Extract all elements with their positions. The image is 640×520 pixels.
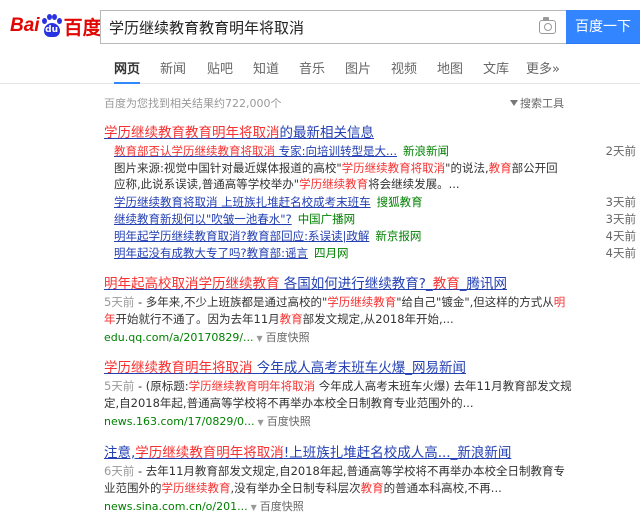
news-time: 4天前 <box>605 229 636 243</box>
news-item[interactable]: 继续教育新规何以"吹皱一池春水"? 中国广播网 3天前 <box>114 211 636 227</box>
result-count: 百度为您找到相关结果约722,000个 <box>104 97 282 110</box>
result-title-link[interactable]: 明年起高校取消学历继续教育 各国如何进行继续教育?_教育_腾讯网 <box>104 276 507 292</box>
result-abstract: 5天前 - (原标题:学历继续教育明年将取消 今年成人高考末班车火爆) 去年11… <box>104 379 572 410</box>
logo-bai: Bai <box>10 15 40 36</box>
dropdown-arrow-icon[interactable]: ▼ <box>251 503 257 512</box>
news-item[interactable]: 明年起学历继续教育取消?教育部回应:系误读|政解 新京报网 4天前 <box>114 228 636 244</box>
result-url[interactable]: news.sina.com.cn/o/201... <box>104 500 248 513</box>
result-time: 5天前 <box>104 379 135 393</box>
news-time: 3天前 <box>605 195 636 209</box>
tab-more[interactable]: 更多» <box>526 58 560 84</box>
result-title-link[interactable]: 学历继续教育明年将取消 今年成人高考末班车火爆_网易新闻 <box>104 360 466 376</box>
news-desc: 图片来源:视觉中国针对最近媒体报道的高校"学历继续教育将取消"的说法,教育部公开… <box>114 161 558 191</box>
news-top-link[interactable]: 教育部否认学历继续教育将取消 专家:向培训转型是大... <box>114 144 397 158</box>
news-source: 中国广播网 <box>297 212 356 226</box>
result-url[interactable]: edu.qq.com/a/20170829/... <box>104 331 254 344</box>
header: Bai du 百度 百度一下 <box>0 0 640 52</box>
logo-baidu-cn: 百度 <box>63 17 102 39</box>
result-title[interactable]: 注意,学历继续教育明年将取消!上班族扎堆赶名校成人高..._新浪新闻 <box>104 441 574 461</box>
news-block-title[interactable]: 学历继续教育教育明年将取消的最新相关信息 <box>104 121 374 141</box>
news-item-link[interactable]: 明年起学历继续教育取消?教育部回应:系误读|政解 <box>114 229 369 243</box>
news-item-link[interactable]: 学历继续教育将取消 上班族扎堆赶名校成考末班车 <box>114 195 371 209</box>
search-tabs: 网页 新闻 贴吧 知道 音乐 图片 视频 地图 文库 更多» <box>0 52 640 84</box>
news-top-item[interactable]: 教育部否认学历继续教育将取消 专家:向培训转型是大... 新浪新闻 2天前 <box>114 143 636 159</box>
news-time: 4天前 <box>605 246 636 260</box>
result-abstract: 6天前 - 去年11月教育部发文规定,自2018年起,普通高等学校将不再举办本校… <box>104 464 565 495</box>
news-source: 四月网 <box>313 246 349 260</box>
result-title[interactable]: 明年起高校取消学历继续教育 各国如何进行继续教育?_教育_腾讯网 <box>104 272 574 292</box>
news-item[interactable]: 明年起没有成教大专了吗?教育部:谣言 四月网 4天前 <box>114 245 636 261</box>
paw-icon: du <box>41 14 63 38</box>
result-url-row: news.163.com/17/0829/0... ▼ 百度快照 <box>104 413 574 429</box>
result-url[interactable]: news.163.com/17/0829/0... <box>104 415 255 428</box>
snapshot-link[interactable]: 百度快照 <box>266 331 310 344</box>
search-result: 注意,学历继续教育明年将取消!上班族扎堆赶名校成人高..._新浪新闻 6天前 -… <box>104 441 574 514</box>
news-item-link[interactable]: 继续教育新规何以"吹皱一池春水"? <box>114 212 292 226</box>
funnel-icon <box>510 100 518 106</box>
search-button[interactable]: 百度一下 <box>566 10 640 44</box>
news-time: 3天前 <box>605 212 636 226</box>
news-item[interactable]: 学历继续教育将取消 上班族扎堆赶名校成考末班车 搜狐教育 3天前 <box>114 194 636 210</box>
search-input[interactable] <box>101 11 521 43</box>
search-tools[interactable]: 搜索工具 <box>510 95 564 111</box>
result-time: 5天前 <box>104 295 135 309</box>
tab-web[interactable]: 网页 <box>114 58 141 84</box>
search-result: 学历继续教育明年将取消 今年成人高考末班车火爆_网易新闻 5天前 - (原标题:… <box>104 356 574 429</box>
result-abstract: 5天前 - 多年来,不少上班族都是通过高校的"学历继续教育"给自己"镀金",但这… <box>104 295 566 326</box>
tab-news[interactable]: 新闻 <box>160 58 186 84</box>
news-time: 2天前 <box>605 144 636 158</box>
dropdown-arrow-icon[interactable]: ▼ <box>258 418 264 427</box>
news-block-title-link[interactable]: 学历继续教育教育明年将取消的最新相关信息 <box>104 125 374 141</box>
snapshot-link[interactable]: 百度快照 <box>260 500 304 513</box>
tab-map[interactable]: 地图 <box>437 58 463 84</box>
result-time: 6天前 <box>104 464 135 478</box>
tab-zhidao[interactable]: 知道 <box>253 58 279 84</box>
result-title-link[interactable]: 注意,学历继续教育明年将取消!上班族扎堆赶名校成人高..._新浪新闻 <box>104 445 511 461</box>
news-item-link[interactable]: 明年起没有成教大专了吗?教育部:谣言 <box>114 246 308 260</box>
snapshot-link[interactable]: 百度快照 <box>267 415 311 428</box>
search-result: 明年起高校取消学历继续教育 各国如何进行继续教育?_教育_腾讯网 5天前 - 多… <box>104 272 574 345</box>
news-source: 搜狐教育 <box>376 195 423 209</box>
tab-video[interactable]: 视频 <box>391 58 417 84</box>
tab-wenku[interactable]: 文库 <box>483 58 509 84</box>
search-tools-label: 搜索工具 <box>520 97 564 110</box>
baidu-logo[interactable]: Bai du 百度 <box>10 12 102 40</box>
result-url-row: edu.qq.com/a/20170829/... ▼ 百度快照 <box>104 329 574 345</box>
camera-icon[interactable] <box>539 17 556 34</box>
tab-images[interactable]: 图片 <box>345 58 371 84</box>
search-box <box>100 10 566 44</box>
result-title[interactable]: 学历继续教育明年将取消 今年成人高考末班车火爆_网易新闻 <box>104 356 574 376</box>
tab-tieba[interactable]: 贴吧 <box>207 58 233 84</box>
dropdown-arrow-icon[interactable]: ▼ <box>257 334 263 343</box>
result-url-row: news.sina.com.cn/o/201... ▼ 百度快照 <box>104 498 574 514</box>
news-source: 新京报网 <box>375 229 422 243</box>
tab-music[interactable]: 音乐 <box>299 58 325 84</box>
news-source: 新浪新闻 <box>403 144 449 158</box>
